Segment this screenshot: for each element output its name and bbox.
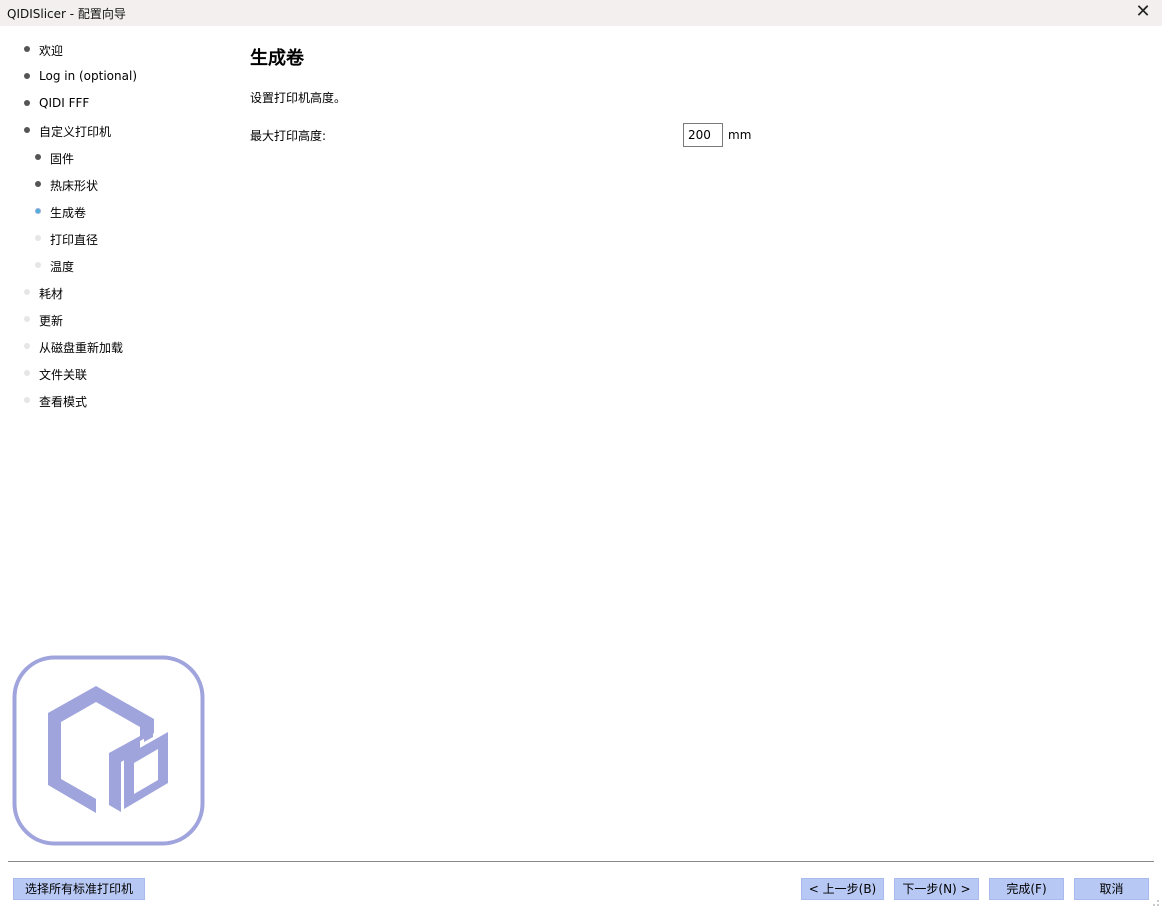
nav-dot-icon [35,181,41,187]
nav-item-label: 自定义打印机 [39,125,112,139]
resize-grip-icon[interactable] [1150,897,1160,907]
unit-label: mm [728,128,752,142]
config-wizard-window: QIDISlicer - 配置向导 ✕ 欢迎 Log in (optional)… [0,0,1162,909]
nav-dot-icon [24,397,30,403]
nav-item-label: Log in (optional) [39,69,137,83]
nav-dot-icon [24,127,30,133]
nav-dot-icon [24,316,30,322]
nav-item-label: 更新 [39,314,64,328]
qidi-cube-logo-icon [12,655,205,846]
next-button[interactable]: 下一步(N) > [894,878,979,900]
nav-dot-icon [24,370,30,376]
nav-item-label: 生成卷 [50,206,87,220]
nav-item-label: QIDI FFF [39,96,90,110]
nav-item-label: 固件 [50,152,75,166]
footer-divider [8,861,1154,862]
nav-dot-icon [24,46,30,52]
nav-item-label: 欢迎 [39,44,64,58]
nav-item-label: 耗材 [39,287,64,301]
nav-dot-icon [35,154,41,160]
max-print-height-input[interactable] [683,123,723,147]
nav-item-label: 从磁盘重新加载 [39,341,124,355]
nav-item-label: 打印直径 [50,233,99,247]
nav-dot-icon [35,208,41,214]
nav-item-label: 热床形状 [50,179,99,193]
nav-dot-icon [35,235,41,241]
nav-item-label: 查看模式 [39,395,88,409]
prev-button[interactable]: < 上一步(B) [801,878,884,900]
nav-item-label: 文件关联 [39,368,88,382]
page-title: 生成卷 [250,48,304,69]
nav-dot-icon [24,289,30,295]
nav-dot-icon [24,73,30,79]
window-title: QIDISlicer - 配置向导 [7,7,126,21]
cancel-button[interactable]: 取消 [1074,878,1149,900]
nav-dot-icon [35,262,41,268]
finish-button[interactable]: 完成(F) [989,878,1064,900]
max-print-height-label: 最大打印高度: [250,129,327,143]
title-bar: QIDISlicer - 配置向导 ✕ [0,0,1162,26]
nav-dot-icon [24,100,30,106]
page-description: 设置打印机高度。 [250,91,347,105]
nav-dot-icon [24,343,30,349]
close-icon[interactable]: ✕ [1134,2,1152,22]
select-all-standard-printers-button[interactable]: 选择所有标准打印机 [13,878,145,900]
nav-item-label: 温度 [50,260,75,274]
